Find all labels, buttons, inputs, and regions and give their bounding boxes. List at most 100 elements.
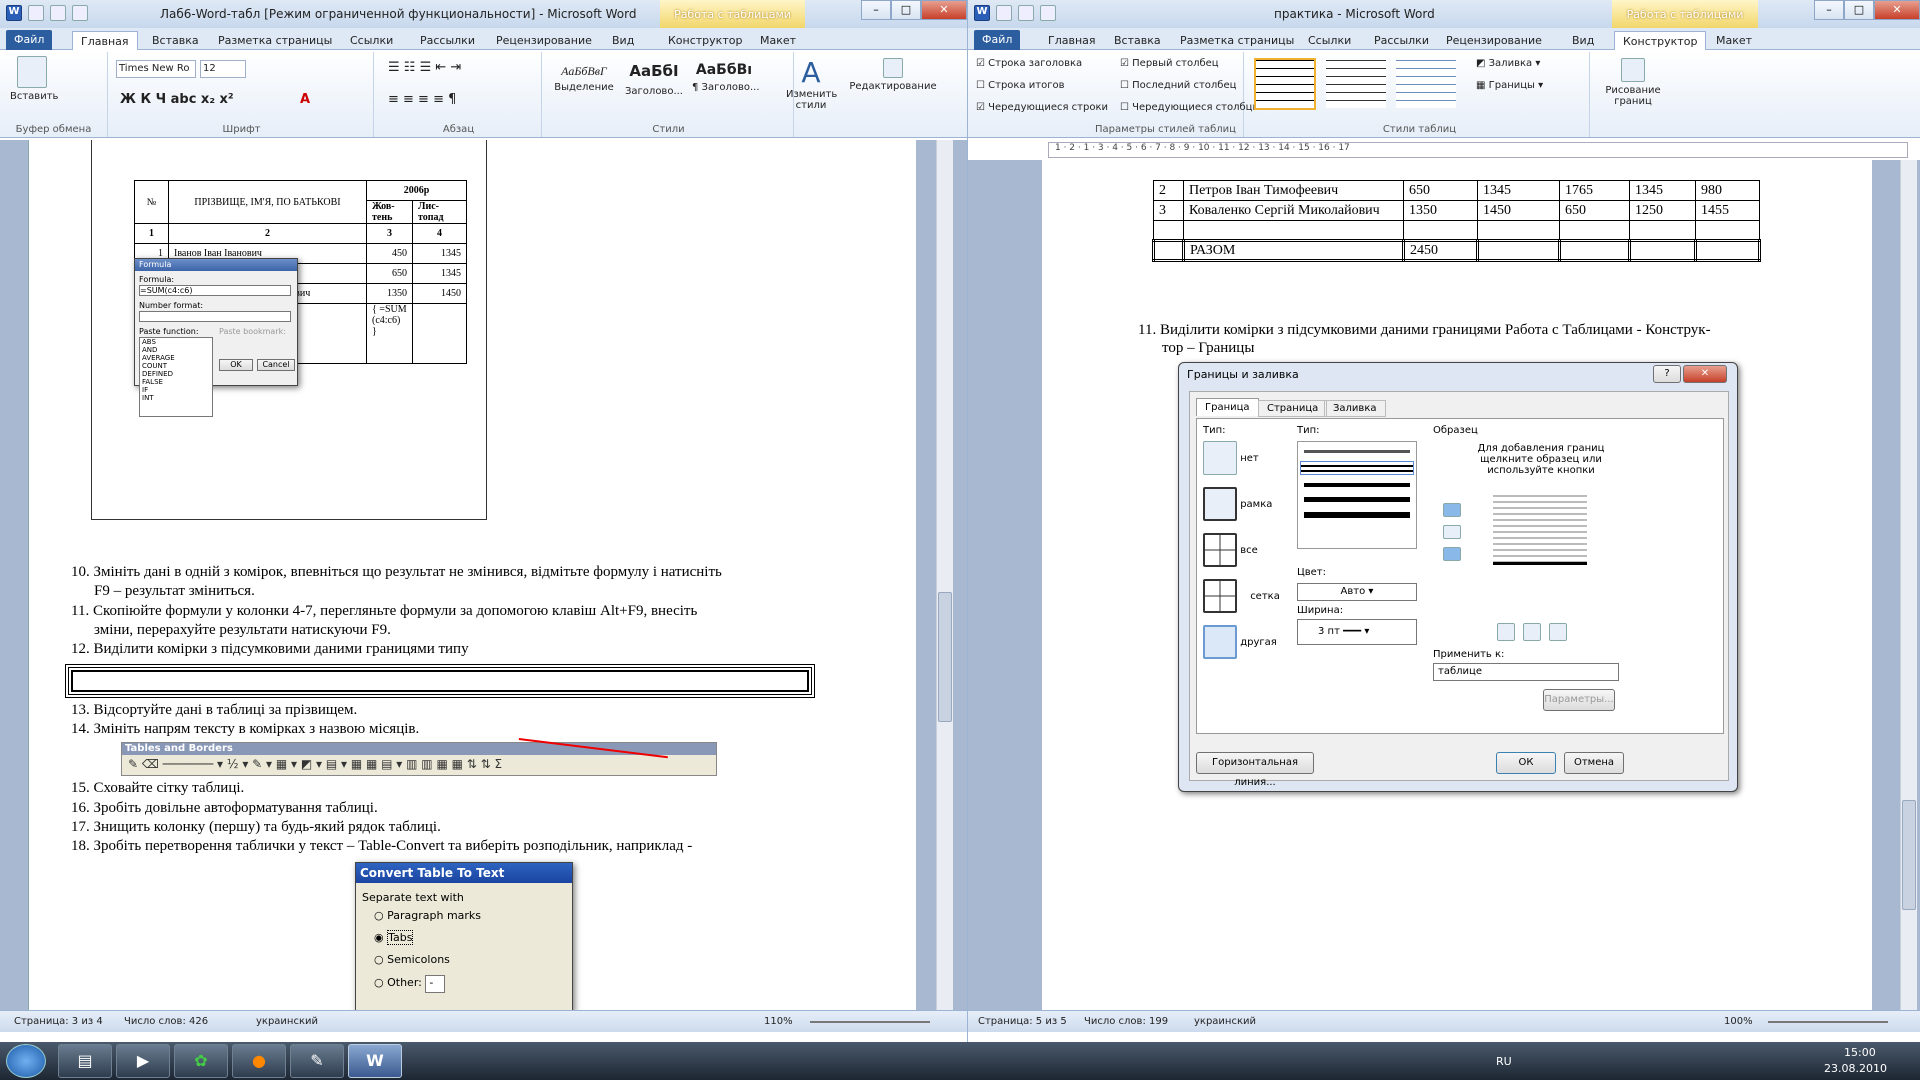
icq-taskbar-icon[interactable]: ✿ (174, 1044, 228, 1078)
apply-to-select[interactable]: таблице (1433, 663, 1619, 681)
function-item[interactable]: AND (142, 346, 212, 354)
tab-references[interactable]: Ссылки (342, 31, 401, 50)
tab-review[interactable]: Рецензирование (1438, 31, 1550, 50)
close-button[interactable]: ✕ (1874, 0, 1920, 20)
borders-button[interactable]: ▦ Границы ▾ (1476, 80, 1543, 91)
help-button[interactable]: ? (1653, 365, 1681, 383)
radio-paragraph[interactable]: ○ Paragraph marks (374, 909, 481, 922)
word-count[interactable]: Число слов: 199 (1084, 1016, 1168, 1027)
list-buttons[interactable]: ☰ ☷ ☰ ⇤ ⇥ (388, 60, 461, 75)
page-count[interactable]: Страница: 3 из 4 (14, 1016, 103, 1027)
line-style-item[interactable] (1304, 450, 1410, 453)
language[interactable]: украинский (1194, 1016, 1256, 1027)
toolbar-buttons[interactable]: ✎ ⌫ ─────── ▾ ½ ▾ ✎ ▾ ▦ ▾ ◩ ▾ ▤ ▾ ▦ ▦ ▤ … (122, 755, 716, 773)
style-emphasis[interactable]: АаБбВвГ Выделение (552, 64, 616, 94)
border-bottom-button[interactable] (1443, 547, 1461, 561)
preset-custom[interactable]: другая (1203, 625, 1277, 659)
undo-icon[interactable] (50, 5, 66, 21)
line-style-item[interactable] (1304, 483, 1410, 487)
function-list[interactable]: ABS AND AVERAGE COUNT DEFINED FALSE IF INT (139, 337, 213, 417)
tab-layout[interactable]: Разметка страницы (1172, 31, 1302, 50)
border-middle-button[interactable] (1443, 525, 1461, 539)
tab-table-layout[interactable]: Макет (752, 31, 804, 50)
preset-none[interactable]: нет (1203, 441, 1259, 475)
radio-semicolons[interactable]: ○ Semicolons (374, 953, 450, 966)
explorer-taskbar-icon[interactable]: ▤ (58, 1044, 112, 1078)
zoom-slider[interactable] (1768, 1021, 1888, 1023)
tab-layout[interactable]: Разметка страницы (210, 31, 340, 50)
language[interactable]: украинский (256, 1016, 318, 1027)
other-input[interactable]: - (425, 975, 446, 993)
zoom-level[interactable]: 110% (764, 1016, 793, 1027)
tab-file[interactable]: Файл (6, 30, 53, 50)
line-style-item-selected[interactable] (1300, 461, 1414, 475)
border-top-button[interactable] (1443, 503, 1461, 517)
minimize-button[interactable]: – (861, 0, 891, 20)
formula-cancel-button[interactable]: Cancel (257, 359, 295, 371)
draw-borders-button[interactable]: Рисование границ (1598, 58, 1668, 107)
font-name-select[interactable]: Times New Ro (116, 60, 196, 78)
table-style-2[interactable] (1326, 60, 1386, 108)
tab-insert[interactable]: Вставка (1106, 31, 1169, 50)
start-button[interactable] (6, 1044, 46, 1078)
redo-icon[interactable] (72, 5, 88, 21)
color-select[interactable]: Авто ▾ (1297, 583, 1417, 601)
formula-ok-button[interactable]: OK (219, 359, 253, 371)
tab-file[interactable]: Файл (974, 30, 1021, 50)
paste-button[interactable]: Вставить (10, 56, 58, 102)
checkbox-banded-columns[interactable]: ☐ Чередующиеся столбцы (1120, 102, 1260, 113)
function-item[interactable]: ABS (142, 338, 212, 346)
function-item[interactable]: IF (142, 386, 212, 394)
function-item[interactable]: COUNT (142, 362, 212, 370)
checkbox-total-row[interactable]: ☐ Строка итогов (976, 80, 1064, 91)
tab-view[interactable]: Вид (1564, 31, 1602, 50)
scroll-thumb[interactable] (1902, 800, 1916, 910)
tab-shading[interactable]: Заливка (1324, 400, 1386, 417)
tab-review[interactable]: Рецензирование (488, 31, 600, 50)
width-select[interactable]: 3 пт ━━━ ▾ (1297, 619, 1417, 645)
save-icon[interactable] (28, 5, 44, 21)
font-size-select[interactable]: 12 (200, 60, 246, 78)
font-color-button[interactable]: A (300, 92, 310, 107)
checkbox-first-column[interactable]: ☑ Первый столбец (1120, 58, 1219, 69)
function-item[interactable]: INT (142, 394, 212, 402)
clock-date[interactable]: 23.08.2010 (1824, 1062, 1887, 1075)
table-style-1[interactable] (1254, 58, 1316, 110)
minimize-button[interactable]: – (1814, 0, 1844, 20)
tab-table-layout[interactable]: Макет (1708, 31, 1760, 50)
line-style-item[interactable] (1304, 497, 1410, 502)
right-scrollbar[interactable] (1900, 160, 1917, 1010)
zoom-level[interactable]: 100% (1724, 1016, 1753, 1027)
tab-view[interactable]: Вид (604, 31, 642, 50)
radio-other[interactable]: ○ Other: - (374, 975, 446, 993)
paint-taskbar-icon[interactable]: ✎ (290, 1044, 344, 1078)
editing-button[interactable]: Редактирование (848, 58, 938, 92)
word-logo-icon[interactable]: W (6, 5, 22, 21)
preset-grid[interactable]: сетка (1203, 579, 1280, 613)
maximize-button[interactable]: □ (891, 0, 921, 20)
function-item[interactable]: AVERAGE (142, 354, 212, 362)
bold-button[interactable]: Ж К Ч abc x₂ x² (120, 92, 234, 107)
clock-time[interactable]: 15:00 (1844, 1046, 1876, 1059)
border-center-button[interactable] (1523, 623, 1541, 641)
tab-insert[interactable]: Вставка (144, 31, 207, 50)
maximize-button[interactable]: □ (1844, 0, 1874, 20)
line-style-list[interactable] (1297, 441, 1417, 549)
save-icon[interactable] (996, 5, 1012, 21)
dialog-close-button[interactable]: ✕ (1683, 365, 1727, 383)
horizontal-line-button[interactable]: Горизонтальная линия... (1196, 752, 1314, 788)
language-indicator[interactable]: RU (1496, 1055, 1512, 1068)
page-count[interactable]: Страница: 5 из 5 (978, 1016, 1067, 1027)
change-styles-button[interactable]: A Изменить стили (786, 56, 837, 111)
zoom-slider[interactable] (810, 1021, 930, 1023)
close-button[interactable]: ✕ (921, 0, 967, 20)
line-style-item[interactable] (1304, 512, 1410, 518)
scroll-thumb[interactable] (938, 592, 952, 722)
tab-page[interactable]: Страница (1258, 400, 1328, 417)
ok-button[interactable]: ОК (1496, 752, 1556, 774)
tab-home[interactable]: Главная (1040, 31, 1104, 50)
preset-all[interactable]: все (1203, 533, 1258, 567)
undo-icon[interactable] (1018, 5, 1034, 21)
sample-preview[interactable] (1493, 495, 1587, 565)
tab-design[interactable]: Конструктор (660, 31, 750, 50)
